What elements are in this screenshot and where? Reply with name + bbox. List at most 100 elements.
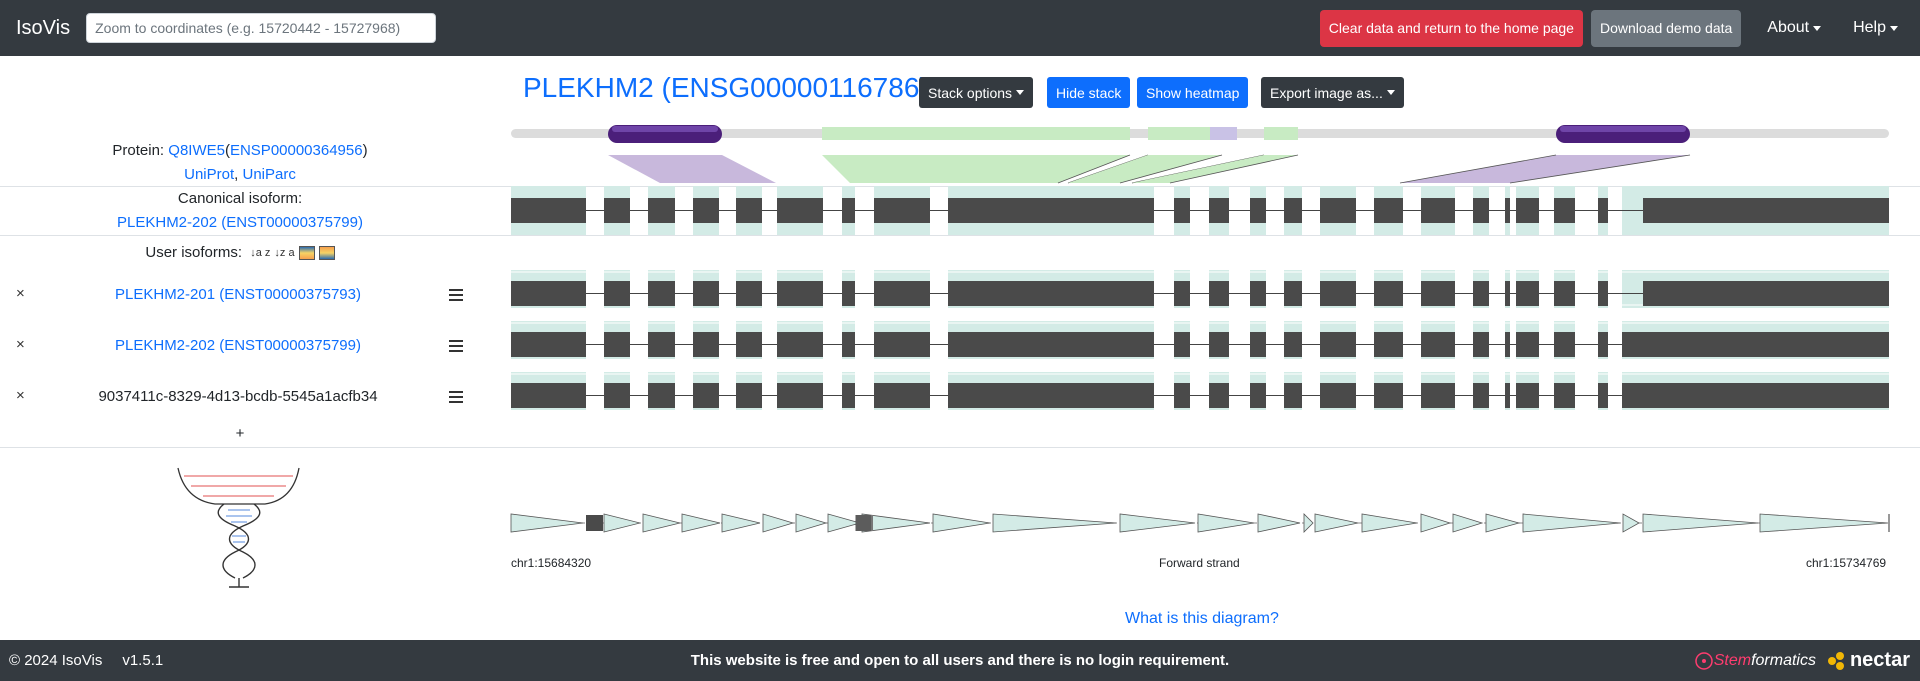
domain-connector xyxy=(608,155,776,183)
nectar-icon xyxy=(1827,651,1846,670)
exon xyxy=(1516,332,1539,357)
exon xyxy=(511,332,586,357)
exon xyxy=(736,198,762,223)
exon xyxy=(1284,198,1302,223)
exon xyxy=(1516,198,1539,223)
axis-end-coordinate: chr1:15734769 xyxy=(1806,556,1887,570)
protein-track xyxy=(511,125,1889,184)
isoform-tracks xyxy=(511,186,1889,410)
axis-dense-marker xyxy=(856,515,873,531)
strand-arrow xyxy=(1314,513,1359,533)
exon xyxy=(1505,281,1510,306)
strand-arrow xyxy=(1303,513,1314,533)
exon xyxy=(1421,383,1455,408)
exon xyxy=(648,332,675,357)
exon xyxy=(1174,198,1190,223)
exon xyxy=(1174,383,1190,408)
strand-arrow xyxy=(721,513,761,533)
exon xyxy=(1209,332,1229,357)
exon xyxy=(874,281,930,306)
strand-arrow xyxy=(1119,513,1196,533)
protein-region[interactable] xyxy=(1210,127,1237,140)
version-text: v1.5.1 xyxy=(122,652,164,669)
exon xyxy=(1374,281,1403,306)
strand-arrow xyxy=(1642,513,1759,533)
strand-arrow xyxy=(681,513,721,533)
exon xyxy=(1473,281,1489,306)
exon xyxy=(1209,383,1229,408)
exon xyxy=(1643,198,1889,223)
strand-label: Forward strand xyxy=(1159,556,1240,570)
exon xyxy=(874,383,930,408)
exon xyxy=(1598,198,1608,223)
protein-domain-highlight xyxy=(612,126,718,132)
exon xyxy=(948,281,1154,306)
exon xyxy=(1598,281,1608,306)
exon xyxy=(777,332,823,357)
exon xyxy=(511,198,586,223)
exon xyxy=(1209,281,1229,306)
exon xyxy=(1320,332,1356,357)
exon xyxy=(604,383,630,408)
stemformatics-prefix: Stem xyxy=(1713,651,1752,669)
strand-arrow xyxy=(603,513,641,533)
exon xyxy=(604,332,630,357)
strand-arrow xyxy=(1420,513,1452,533)
exon xyxy=(1643,332,1889,357)
exon xyxy=(1516,281,1539,306)
strand-arrow xyxy=(510,513,584,533)
protein-region[interactable] xyxy=(1264,127,1298,140)
exon xyxy=(777,198,823,223)
stemformatics-logo[interactable]: Stemformatics xyxy=(1694,651,1816,671)
exon xyxy=(1320,281,1356,306)
footer: © 2024 IsoVis v1.5.1 This website is fre… xyxy=(0,640,1920,681)
exon xyxy=(648,281,675,306)
exon xyxy=(1374,383,1403,408)
exon xyxy=(511,383,586,408)
exon xyxy=(1320,198,1356,223)
exon xyxy=(874,198,930,223)
exon xyxy=(736,383,762,408)
exon xyxy=(842,281,855,306)
stemformatics-icon xyxy=(1694,651,1713,670)
exon xyxy=(1284,281,1302,306)
exon xyxy=(736,281,762,306)
exon xyxy=(648,198,675,223)
protein-region[interactable] xyxy=(822,127,1130,140)
exon xyxy=(948,198,1154,223)
exon xyxy=(604,198,630,223)
exon xyxy=(693,332,719,357)
strand-arrow xyxy=(1257,513,1301,533)
strand-arrow xyxy=(1759,513,1889,533)
exon xyxy=(1174,281,1190,306)
exon xyxy=(1250,281,1266,306)
strand-arrow xyxy=(795,513,828,533)
genome-axis xyxy=(510,513,1890,533)
axis-start-coordinate: chr1:15684320 xyxy=(511,556,592,570)
exon xyxy=(1473,198,1489,223)
exon xyxy=(1473,332,1489,357)
strand-arrow xyxy=(642,513,681,533)
strand-arrow xyxy=(932,513,991,533)
strand-arrow xyxy=(827,513,862,533)
exon xyxy=(1374,332,1403,357)
exon xyxy=(842,198,855,223)
exon xyxy=(1505,198,1510,223)
exon xyxy=(648,383,675,408)
exon xyxy=(1250,198,1266,223)
strand-arrow xyxy=(992,513,1117,533)
exon xyxy=(1598,383,1608,408)
nectar-logo[interactable]: nectar xyxy=(1827,649,1910,672)
exon xyxy=(693,198,719,223)
exon xyxy=(1643,383,1889,408)
exon xyxy=(1554,198,1575,223)
footer-message: This website is free and open to all use… xyxy=(690,652,1230,669)
exon xyxy=(1250,332,1266,357)
exon xyxy=(948,332,1154,357)
strand-arrow xyxy=(1485,513,1521,533)
exon xyxy=(604,281,630,306)
what-is-diagram-link[interactable]: What is this diagram? xyxy=(1125,610,1279,628)
exon xyxy=(842,383,855,408)
axis-exon-marker xyxy=(586,515,603,531)
isoform-diagram xyxy=(510,125,1890,533)
